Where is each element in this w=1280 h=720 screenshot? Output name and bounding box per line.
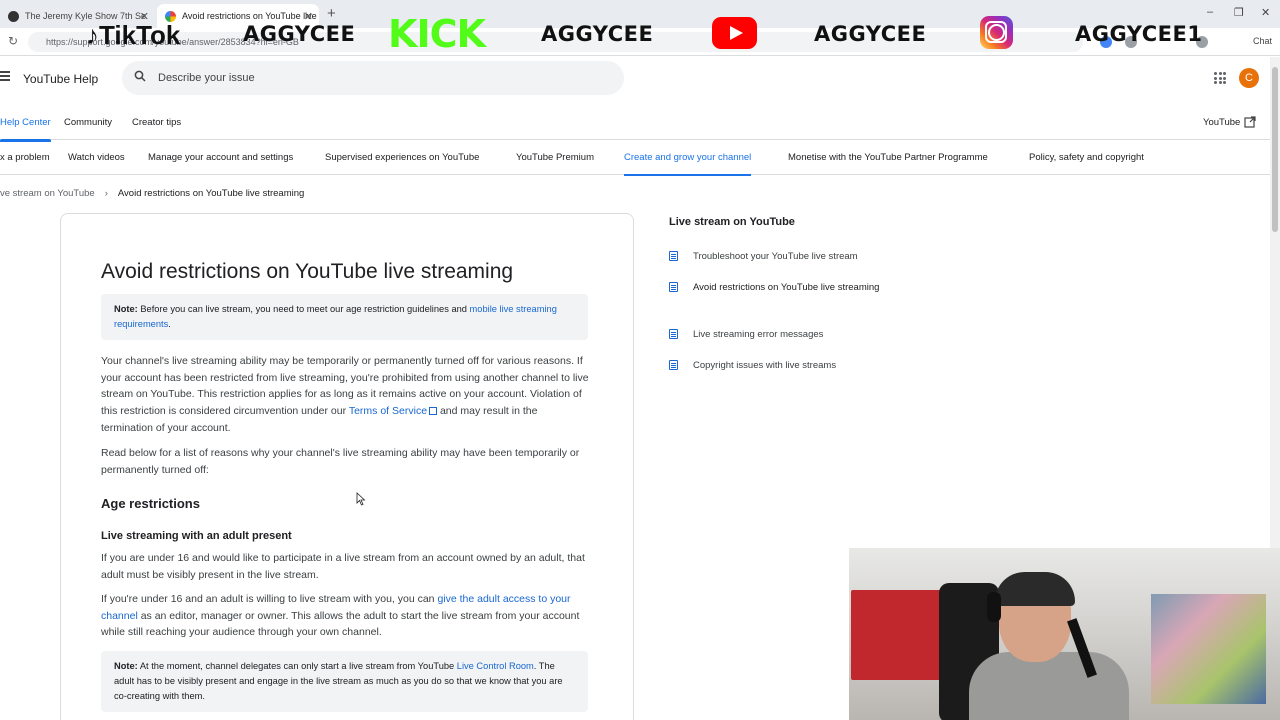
note-label: Note: (114, 661, 138, 671)
reload-icon[interactable]: ↻ (8, 34, 18, 48)
webcam-background-painting (1151, 594, 1266, 704)
scrollbar-thumb[interactable] (1272, 67, 1278, 232)
mouse-cursor-icon (356, 492, 366, 506)
kick-logo: KICK (388, 12, 486, 56)
topic-monetise[interactable]: Monetise with the YouTube Partner Progra… (788, 152, 988, 163)
youtube-logo-icon (712, 17, 757, 49)
adult-present-paragraph: If you are under 16 and would like to pa… (101, 552, 585, 581)
close-window-button[interactable]: ✕ (1261, 6, 1270, 19)
external-link-icon (429, 407, 438, 416)
breadcrumb-current: Avoid restrictions on YouTube live strea… (117, 188, 305, 199)
tiktok-handle: AGGYCEE (243, 22, 356, 46)
tiktok-label: TikTok (99, 20, 181, 50)
apps-grid-icon[interactable] (1214, 72, 1226, 84)
webcam-overlay (849, 548, 1280, 720)
note-label: Note: (114, 304, 138, 314)
tab-creator-tips[interactable]: Creator tips (132, 117, 181, 128)
topic-youtube-premium[interactable]: YouTube Premium (516, 152, 594, 163)
instagram-handle: AGGYCEE1 (1075, 22, 1203, 46)
sidebar-title: Live stream on YouTube (669, 216, 795, 228)
chevron-right-icon: › (104, 188, 108, 199)
tab-help-center[interactable]: Help Center (0, 117, 51, 142)
external-link-icon[interactable] (1244, 116, 1256, 128)
topic-supervised-experiences[interactable]: Supervised experiences on YouTube (325, 152, 479, 163)
page-title: Avoid restrictions on YouTube live strea… (101, 260, 514, 283)
search-input[interactable] (158, 61, 598, 95)
webcam-headset (987, 592, 1001, 622)
article-card: Avoid restrictions on YouTube live strea… (60, 213, 634, 720)
reasons-paragraph: Read below for a list of reasons why you… (101, 447, 580, 476)
note-box: Note: At the moment, channel delegates c… (101, 651, 588, 712)
article-icon (669, 251, 678, 261)
tab-community[interactable]: Community (64, 117, 112, 128)
terms-of-service-link[interactable]: Terms of Service (349, 405, 427, 417)
help-subnav: Help Center Community Creator tips YouTu… (0, 112, 1270, 142)
instagram-logo-icon (980, 16, 1013, 49)
note-box: Note: Before you can live stream, you ne… (101, 294, 588, 340)
intro-paragraph: Your channel's live streaming ability ma… (101, 355, 589, 434)
search-bar[interactable] (122, 61, 624, 95)
topic-fix-a-problem[interactable]: x a problem (0, 152, 50, 163)
topic-create-grow-channel[interactable]: Create and grow your channel (624, 152, 752, 176)
help-brand[interactable]: YouTube Help (23, 72, 98, 86)
search-icon[interactable] (134, 70, 146, 82)
menu-icon[interactable] (0, 71, 10, 83)
article-icon (669, 282, 678, 292)
kick-handle: AGGYCEE (541, 22, 654, 46)
article-icon (669, 329, 678, 339)
breadcrumb: ve stream on YouTube › Avoid restrictions … (0, 188, 304, 199)
section-heading: Age restrictions (101, 496, 200, 511)
webcam-person-body (969, 652, 1129, 720)
topics-nav: x a problem Watch videos Manage your acc… (0, 145, 1270, 176)
topic-manage-account[interactable]: Manage your account and settings (148, 152, 293, 163)
chat-button[interactable]: Chat (1253, 36, 1272, 46)
article-icon (669, 360, 678, 370)
help-header: YouTube Help C (0, 57, 1270, 102)
topic-watch-videos[interactable]: Watch videos (68, 152, 125, 163)
topic-policy-safety[interactable]: Policy, safety and copyright (1029, 152, 1144, 163)
restore-button[interactable]: ❐ (1234, 6, 1244, 19)
breadcrumb-parent[interactable]: ve stream on YouTube (0, 188, 95, 199)
avatar[interactable]: C (1239, 68, 1259, 88)
webcam-person-cap (995, 572, 1075, 606)
tab-favicon-icon (8, 10, 19, 22)
live-control-room-link[interactable]: Live Control Room (457, 661, 534, 671)
subsection-heading: Live streaming with an adult present (101, 530, 292, 542)
adult-access-paragraph: If you're under 16 and an adult is willi… (101, 593, 580, 639)
minimize-button[interactable]: – (1207, 6, 1213, 18)
tiktok-logo: ♪TikTok (86, 20, 181, 50)
youtube-link[interactable]: YouTube (1203, 117, 1240, 128)
youtube-handle: AGGYCEE (814, 22, 927, 46)
